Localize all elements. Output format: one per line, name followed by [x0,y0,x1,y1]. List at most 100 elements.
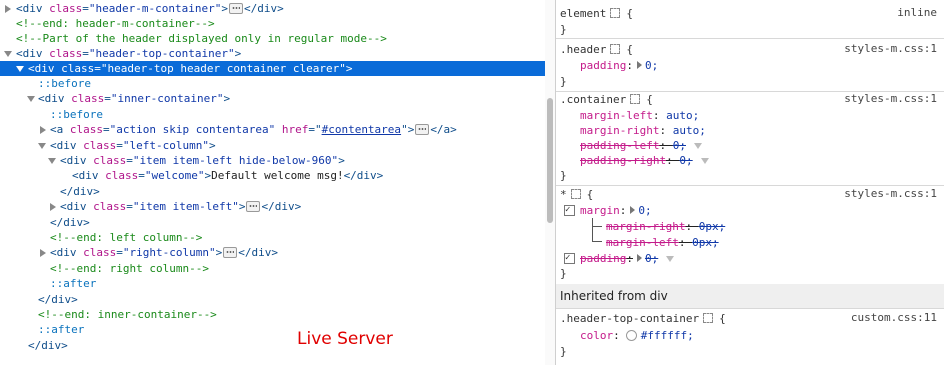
markup-panel[interactable]: <div class="header-m-container"> </div> <… [0,0,545,365]
node-right-column[interactable]: <div class="right-column"> </div> [0,245,545,260]
node-welcome[interactable]: <div class="welcome">Default welcome msg… [0,168,545,183]
rule-header[interactable]: .header { styles-m.css:1 padding: 0; } [556,38,944,92]
color-swatch-icon[interactable] [625,329,637,341]
comment-node[interactable]: <!--Part of the header displayed only in… [0,31,545,46]
tag-end: </div> [60,185,100,198]
expand-arrow-icon[interactable] [40,249,46,257]
rule-header-top-container[interactable]: .header-top-container { custom.css:11 col… [556,309,944,365]
comment-node[interactable]: <!--end: header-m-container--> [0,16,545,31]
pseudo-before-node[interactable]: ::before [0,76,545,91]
rule-selector[interactable]: .container [560,93,626,106]
declaration-padding-right-overridden[interactable]: padding-right: 0; [580,153,944,168]
node-header-m-container[interactable]: <div class="header-m-container"> </div> [0,1,545,16]
property-value[interactable]: #ffffff; [641,329,694,342]
rule-source[interactable]: inline [897,6,937,19]
collapse-arrow-icon[interactable] [16,66,24,72]
collapse-arrow-icon[interactable] [4,51,12,57]
rule-selector[interactable]: .header-top-container [560,312,699,325]
collapsed-ellipsis-icon[interactable] [223,246,238,258]
node-item-left-hide[interactable]: <div class="item item-left hide-below-96… [0,153,545,168]
highlight-node-icon[interactable] [570,189,581,199]
rule-universal[interactable]: * { styles-m.css:1 margin:0; margin-right… [556,185,944,285]
closing-tag-node[interactable]: </div> [0,292,545,307]
scrollbar-thumb[interactable] [547,98,553,223]
rule-source[interactable]: styles-m.css:1 [844,42,937,55]
declaration-padding[interactable]: padding: 0; [580,58,944,73]
property-value[interactable]: 0; [645,252,658,265]
property-value[interactable]: 0; [638,204,651,217]
comment-text: <!--end: header-m-container--> [16,17,215,30]
property-name[interactable]: padding [580,59,626,72]
rule-container[interactable]: .container { styles-m.css:1 margin-left: … [556,91,944,186]
filter-icon[interactable] [666,256,675,262]
property-name[interactable]: color [580,329,613,342]
rule-source[interactable]: styles-m.css:1 [844,187,937,200]
declaration-padding-overridden[interactable]: padding:0; [564,251,944,266]
rule-source[interactable]: custom.css:11 [851,311,937,324]
highlight-node-icon[interactable] [703,313,714,323]
property-value[interactable]: 0; [673,139,686,152]
highlight-node-icon[interactable] [610,8,621,18]
expand-shorthand-icon[interactable] [636,61,642,69]
rule-source[interactable]: styles-m.css:1 [844,92,937,105]
node-left-column[interactable]: <div class="left-column"> [0,138,545,153]
collapsed-ellipsis-icon[interactable] [228,2,243,14]
rule-selector[interactable]: .header [560,43,606,56]
filter-icon[interactable] [693,143,702,149]
property-name[interactable]: margin-left [580,109,653,122]
collapsed-ellipsis-icon[interactable] [246,200,261,212]
expand-shorthand-icon[interactable] [630,206,636,214]
enable-checkbox[interactable] [564,252,575,264]
inherited-section-header: Inherited from div [556,284,944,309]
comment-node[interactable]: <!--end: inner-container--> [0,307,545,322]
expand-arrow-icon[interactable] [50,203,56,211]
node-header-top-container[interactable]: <div class="header-top-container"> [0,46,545,61]
rule-element[interactable]: element { inline } [556,0,944,39]
expand-shorthand-icon[interactable] [636,254,642,262]
rule-selector[interactable]: * [560,188,567,201]
collapse-arrow-icon[interactable] [48,158,56,164]
longhand-margin-left[interactable]: margin-left: 0px; [606,235,944,250]
pseudo-after-node[interactable]: ::after [0,322,545,337]
closing-tag-node[interactable]: </div> [0,184,545,199]
markup-scrollbar[interactable] [545,0,555,365]
node-header-top-selected[interactable]: <div class="header-top header container … [0,61,545,76]
enable-checkbox[interactable] [564,204,575,216]
property-name[interactable]: padding-right [580,154,666,167]
pseudo-before-node[interactable]: ::before [0,107,545,122]
filter-icon[interactable] [700,158,709,164]
property-value[interactable]: auto; [673,124,706,137]
highlight-node-icon[interactable] [610,44,621,54]
declaration-padding-left-overridden[interactable]: padding-left: 0; [580,138,944,153]
href-link[interactable]: #contentarea [322,123,401,136]
closing-tag-node[interactable]: </div> [0,215,545,230]
property-value[interactable]: auto; [666,109,699,122]
node-item-left[interactable]: <div class="item item-left"> </div> [0,199,545,214]
property-name[interactable]: margin-right [580,124,659,137]
declaration-color[interactable]: color: #ffffff; [580,328,944,343]
collapsed-ellipsis-icon[interactable] [415,123,430,135]
property-name[interactable]: padding-left [580,139,659,152]
expand-arrow-icon[interactable] [5,5,11,13]
comment-text: <!--end: inner-container--> [38,308,217,321]
property-name[interactable]: padding [580,252,626,265]
declaration-margin[interactable]: margin:0; [564,203,944,218]
rules-panel[interactable]: element { inline } .header { styles-m.css:… [556,0,944,365]
comment-node[interactable]: <!--end: right column--> [0,261,545,276]
rule-selector[interactable]: element [560,7,606,20]
highlight-node-icon[interactable] [630,94,641,104]
declaration-margin-right[interactable]: margin-right: auto; [580,123,944,138]
longhand-margin-right[interactable]: margin-right: 0px; [606,219,944,234]
property-value[interactable]: 0; [645,59,658,72]
comment-node[interactable]: <!--end: left column--> [0,230,545,245]
property-name[interactable]: margin [580,204,620,217]
node-skip-link[interactable]: <a class="action skip contentarea" href=… [0,122,545,137]
declaration-margin-left[interactable]: margin-left: auto; [580,108,944,123]
collapse-arrow-icon[interactable] [27,96,35,102]
expand-arrow-icon[interactable] [40,126,46,134]
node-inner-container[interactable]: <div class="inner-container"> [0,91,545,106]
collapse-arrow-icon[interactable] [38,143,46,149]
pseudo-after-node[interactable]: ::after [0,276,545,291]
property-value[interactable]: 0; [679,154,692,167]
closing-tag-node[interactable]: </div> [0,338,545,353]
